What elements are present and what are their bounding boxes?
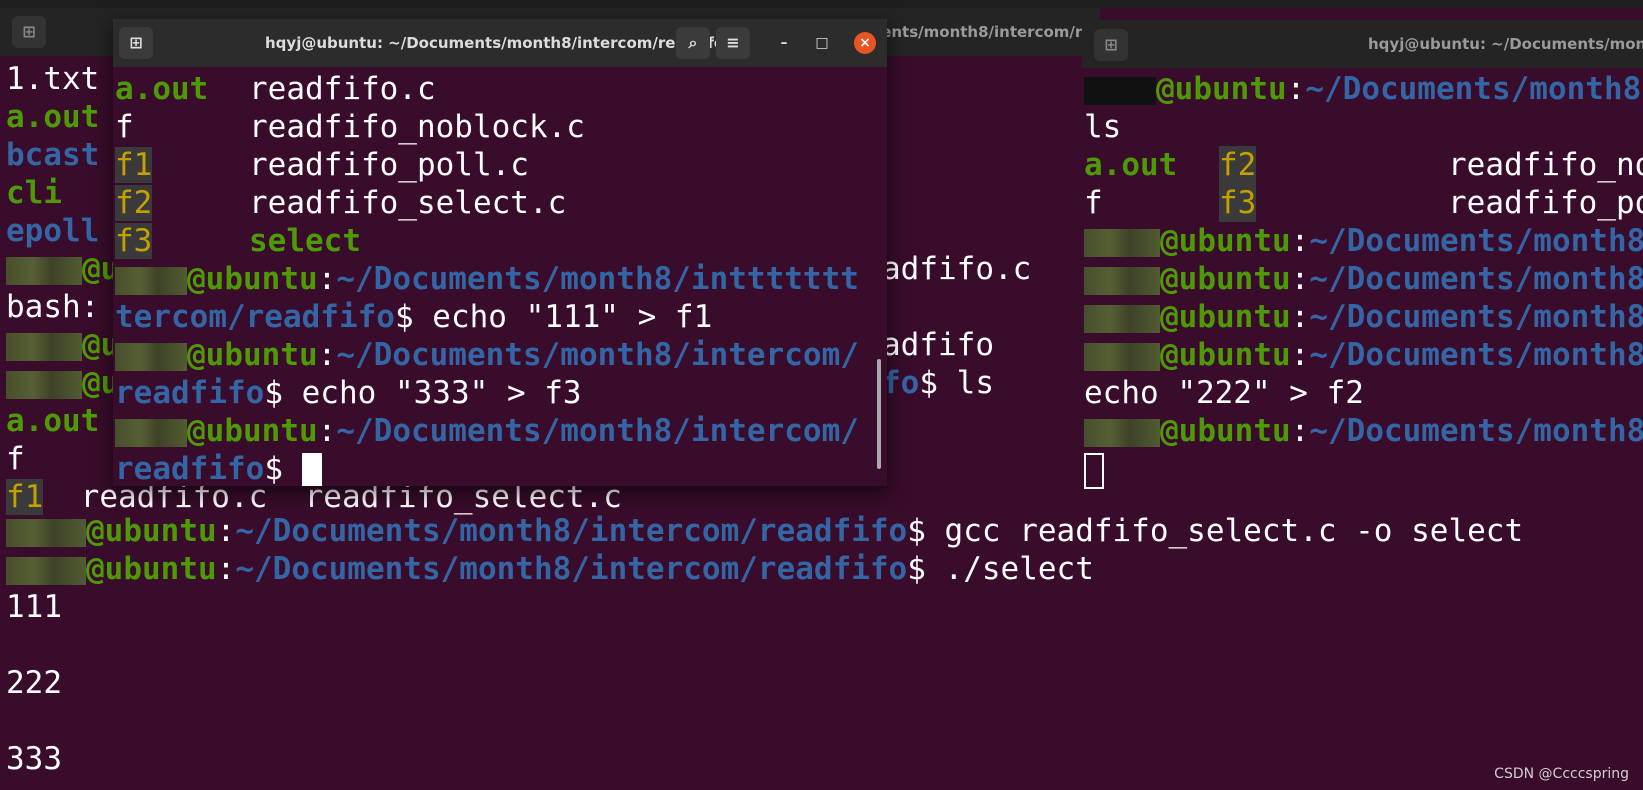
right-new-tab-icon[interactable]: ⊞ bbox=[1094, 29, 1128, 61]
right-prompt-line: @ubuntu:~/Documents/month8 bbox=[1084, 260, 1643, 298]
right-window-title: hqyj@ubuntu: ~/Documents/month8/i bbox=[1368, 35, 1643, 53]
back-output-line: 222 bbox=[6, 665, 62, 701]
text-cursor bbox=[301, 452, 322, 486]
redacted-username bbox=[115, 342, 187, 371]
close-icon[interactable]: × bbox=[854, 32, 876, 54]
back-line: 1.txt bbox=[6, 61, 100, 97]
watermark: CSDN @Ccccspring bbox=[1494, 766, 1629, 782]
back-prompt-line: @ubuntu:~/Documents/month8/intercom/read… bbox=[6, 550, 1094, 588]
back-prompt-line: @ubuntu:~/Documents/month8/intercom/read… bbox=[6, 512, 1523, 550]
back-line: bash: bbox=[6, 289, 100, 325]
system-top-bar bbox=[0, 0, 1643, 8]
front-prompt-line: @ubuntu:~/Documents/month8/intercom/ bbox=[115, 336, 859, 374]
right-ls-row: a.out f2 readfifo_no bbox=[1084, 146, 1643, 184]
minimize-icon[interactable]: – bbox=[773, 32, 795, 54]
front-prompt-line: @ubuntu:~/Documents/month8/inttttttt bbox=[115, 260, 859, 298]
front-command-line: tercom/readfifo$ echo "111" > f1 bbox=[115, 299, 713, 335]
front-command-line: readfifo$ echo "333" > f3 bbox=[115, 375, 582, 411]
front-ls-row: f1 readfifo_poll.c bbox=[115, 147, 529, 183]
menu-icon[interactable]: ≡ bbox=[716, 27, 750, 59]
back-line: @u adfifo.c bbox=[6, 250, 1031, 288]
right-terminal-window[interactable]: ⊞ hqyj@ubuntu: ~/Documents/month8/i @ubu… bbox=[1082, 20, 1643, 489]
front-terminal-window[interactable]: ⊞ hqyj@ubuntu: ~/Documents/month8/interc… bbox=[113, 19, 887, 486]
back-output-line: 333 bbox=[6, 741, 62, 777]
right-ls-row: f f3 readfifo_po bbox=[1084, 184, 1643, 222]
right-line: echo "222" > f2 bbox=[1084, 375, 1364, 411]
right-prompt-line: @ubuntu:~/Documents/month8 bbox=[1084, 222, 1643, 260]
back-new-tab-icon[interactable]: ⊞ bbox=[12, 16, 46, 48]
right-line: ls bbox=[1084, 109, 1122, 145]
right-prompt-line: @ubuntu:~/Documents/month8 bbox=[1084, 298, 1643, 336]
right-terminal-body[interactable]: @ubuntu:~/Documents/month8 ls a.out f2 rea… bbox=[1082, 68, 1643, 489]
right-cursor bbox=[1084, 452, 1104, 489]
redacted-username bbox=[115, 418, 187, 447]
redacted-username bbox=[1084, 418, 1160, 447]
front-window-title: hqyj@ubuntu: ~/Documents/month8/intercom… bbox=[265, 34, 725, 52]
front-prompt-line: @ubuntu:~/Documents/month8/intercom/ bbox=[115, 412, 859, 450]
right-prompt-line: @ubuntu:~/Documents/month8 bbox=[1084, 336, 1643, 374]
redacted-username bbox=[115, 266, 187, 295]
redacted-username bbox=[1084, 76, 1156, 105]
back-line: @u adfifo bbox=[6, 326, 994, 364]
redacted-username bbox=[6, 518, 86, 547]
redacted-username bbox=[6, 332, 82, 361]
back-line: epoll bbox=[6, 213, 100, 249]
front-command-line[interactable]: readfifo$ bbox=[115, 450, 322, 486]
front-ls-row: a.out readfifo.c bbox=[115, 71, 436, 107]
front-title-bar[interactable]: ⊞ hqyj@ubuntu: ~/Documents/month8/interc… bbox=[113, 19, 887, 67]
redacted-username bbox=[6, 556, 86, 585]
back-line: bcast bbox=[6, 137, 100, 173]
back-line: a.out bbox=[6, 99, 100, 135]
back-line: a.out bbox=[6, 403, 100, 439]
front-ls-row: f2 readfifo_select.c bbox=[115, 185, 567, 221]
right-title-bar[interactable]: ⊞ hqyj@ubuntu: ~/Documents/month8/i bbox=[1082, 20, 1643, 68]
back-output-line: 111 bbox=[6, 589, 62, 625]
right-line bbox=[1084, 450, 1104, 489]
redacted-username bbox=[1084, 228, 1160, 257]
right-prompt-line: @ubuntu:~/Documents/month8 bbox=[1084, 70, 1641, 108]
search-icon[interactable]: ⌕ bbox=[676, 27, 710, 59]
redacted-username bbox=[6, 370, 82, 399]
front-scrollbar[interactable] bbox=[877, 359, 881, 469]
redacted-username bbox=[1084, 266, 1160, 295]
maximize-icon[interactable]: □ bbox=[811, 32, 833, 54]
front-ls-row: f3 select bbox=[115, 223, 361, 259]
front-new-tab-icon[interactable]: ⊞ bbox=[119, 27, 153, 59]
back-line: @u fo$ ls bbox=[6, 364, 994, 402]
front-terminal-body[interactable]: a.out readfifo.c f readfifo_noblock.c f1 re… bbox=[113, 67, 887, 486]
redacted-username bbox=[6, 256, 82, 285]
redacted-username bbox=[1084, 342, 1160, 371]
front-ls-row: f readfifo_noblock.c bbox=[115, 109, 585, 145]
right-prompt-line: @ubuntu:~/Documents/month8 bbox=[1084, 412, 1643, 450]
back-line: cli bbox=[6, 175, 62, 211]
back-line: f bbox=[6, 441, 25, 477]
redacted-username bbox=[1084, 304, 1160, 333]
